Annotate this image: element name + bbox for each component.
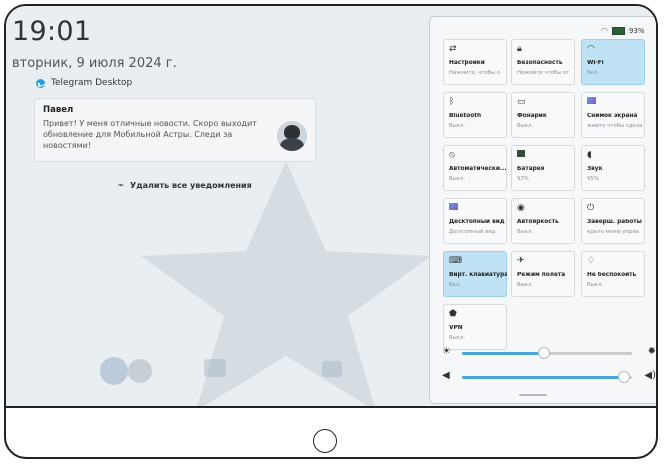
tile-title: Режим полёта bbox=[517, 272, 566, 278]
settings-sliders-icon: ⇄ bbox=[449, 44, 457, 54]
tile-title: Вирт. клавиатура bbox=[449, 272, 507, 278]
power-icon: ⏻ bbox=[587, 203, 595, 213]
tile-vpn-shield[interactable]: ⬟ VPN Выкл. bbox=[443, 304, 507, 350]
tile-title: Не беспокоить bbox=[587, 272, 637, 278]
battery-status-icon bbox=[611, 26, 625, 35]
tile-title: Десктопный вид bbox=[449, 219, 505, 225]
brightness-slider[interactable]: ☀ ✹ bbox=[442, 346, 656, 359]
battery-percent: 93% bbox=[628, 26, 645, 35]
tile-title: Звук bbox=[587, 166, 603, 172]
volume-fill bbox=[462, 376, 624, 379]
tile-title: Снимок экрана bbox=[587, 113, 638, 119]
tile-title: VPN bbox=[449, 325, 463, 331]
clear-all-label: Удалить все уведомления bbox=[130, 181, 252, 190]
auto-brightness-icon: ◉ bbox=[517, 203, 525, 213]
wifi-icon: ◠ bbox=[587, 44, 595, 54]
tile-title: Wi-Fi bbox=[587, 60, 604, 66]
volume-low-icon: ◀ bbox=[442, 370, 450, 381]
tile-title: Заверш. работы bbox=[587, 219, 642, 225]
lock-clock: 19:01 bbox=[12, 16, 92, 47]
tile-status: Выкл. bbox=[449, 335, 466, 341]
tile-status: Выкл. bbox=[587, 282, 604, 288]
screenshot-icon bbox=[587, 97, 596, 107]
status-bar: ◠ 93% bbox=[601, 26, 645, 35]
tile-status: 95% bbox=[587, 176, 599, 182]
tile-bluetooth[interactable]: ᛒ Bluetooth Выкл. bbox=[443, 92, 507, 138]
volume-knob[interactable] bbox=[618, 371, 630, 383]
avatar bbox=[277, 121, 307, 151]
clear-all-notifications-button[interactable]: ⌁ Удалить все уведомления bbox=[118, 180, 252, 191]
tile-title: Настройки bbox=[449, 60, 485, 66]
bell-icon: ♢ bbox=[587, 256, 596, 266]
tile-status: Нажмите чтобы от bbox=[517, 70, 570, 76]
brightness-fill bbox=[462, 352, 544, 355]
tile-status: Вкл. bbox=[449, 282, 461, 288]
desktop-view-icon bbox=[449, 203, 458, 213]
tile-screenshot[interactable]: Снимок экрана жмите чтобы сдела bbox=[581, 92, 645, 138]
tile-bell[interactable]: ♢ Не беспокоить Выкл. bbox=[581, 251, 645, 297]
battery-icon bbox=[517, 150, 525, 160]
brightness-high-icon: ✹ bbox=[647, 346, 656, 357]
lock-date: вторник, 9 июля 2024 г. bbox=[12, 56, 177, 71]
tile-desktop-view[interactable]: Десктопный вид Десктопный вид bbox=[443, 198, 507, 244]
tile-status: Выкл. bbox=[517, 229, 534, 235]
wallpaper-icons bbox=[100, 357, 342, 385]
home-button[interactable] bbox=[313, 429, 337, 453]
volume-slider[interactable]: ◀ ◀) bbox=[442, 370, 656, 383]
broom-icon: ⌁ bbox=[118, 180, 125, 191]
volume-icon: ◖ bbox=[587, 150, 592, 160]
tile-title: Батарея bbox=[517, 166, 545, 172]
tile-title: Автоматически... bbox=[449, 166, 507, 172]
tile-status: 93% bbox=[517, 176, 529, 182]
tile-title: Автояркость bbox=[517, 219, 559, 225]
tile-status: Десктопный вид bbox=[449, 229, 496, 235]
brightness-knob[interactable] bbox=[538, 347, 550, 359]
telegram-icon bbox=[36, 78, 45, 88]
notification-card[interactable]: Павел Привет! У меня отличные новости. С… bbox=[34, 98, 316, 162]
panel-drag-handle[interactable] bbox=[519, 394, 547, 396]
tile-status: крыть меню управ bbox=[587, 229, 639, 235]
tile-lock[interactable]: 🔒︎ Безопасность Нажмите чтобы от bbox=[511, 39, 575, 85]
tile-status: Вкл. bbox=[587, 70, 599, 76]
brightness-track bbox=[544, 352, 632, 355]
tile-status: Выкл. bbox=[449, 176, 466, 182]
tile-keyboard[interactable]: ⌨ Вирт. клавиатура Вкл. bbox=[443, 251, 507, 297]
brightness-low-icon: ☀ bbox=[442, 346, 451, 357]
notification-body: Привет! У меня отличные новости. Скоро в… bbox=[43, 119, 257, 150]
tile-title: Bluetooth bbox=[449, 113, 482, 119]
auto-rotate-icon: ⦸ bbox=[449, 150, 455, 160]
tile-status: Выкл. bbox=[517, 282, 534, 288]
bluetooth-icon: ᛒ bbox=[449, 97, 455, 107]
tile-title: Безопасность bbox=[517, 60, 563, 66]
tile-wifi[interactable]: ◠ Wi-Fi Вкл. bbox=[581, 39, 645, 85]
tile-airplane[interactable]: ✈ Режим полёта Выкл. bbox=[511, 251, 575, 297]
wifi-status-icon: ◠ bbox=[601, 26, 608, 35]
tile-auto-rotate[interactable]: ⦸ Автоматически... Выкл. bbox=[443, 145, 507, 191]
tile-power[interactable]: ⏻ Заверш. работы крыть меню управ bbox=[581, 198, 645, 244]
bezel-divider bbox=[6, 406, 656, 408]
tile-status: жмите чтобы сдела bbox=[587, 123, 643, 129]
flashlight-icon: ▭ bbox=[517, 97, 526, 107]
notification-title: Павел bbox=[43, 105, 74, 115]
vpn-shield-icon: ⬟ bbox=[449, 309, 457, 319]
airplane-icon: ✈ bbox=[517, 256, 525, 266]
tile-settings-sliders[interactable]: ⇄ Настройки Нажмите, чтобы о bbox=[443, 39, 507, 85]
lock-screen: 19:01 вторник, 9 июля 2024 г. Telegram D… bbox=[6, 6, 656, 406]
tile-title: Фонарик bbox=[517, 113, 547, 119]
tile-volume[interactable]: ◖ Звук 95% bbox=[581, 145, 645, 191]
lock-icon: 🔒︎ bbox=[517, 44, 522, 54]
notification-app-name: Telegram Desktop bbox=[51, 78, 133, 88]
notification-app-header: Telegram Desktop bbox=[36, 78, 132, 88]
tile-status: Нажмите, чтобы о bbox=[449, 70, 500, 76]
volume-high-icon: ◀) bbox=[644, 370, 656, 381]
tablet-frame: 19:01 вторник, 9 июля 2024 г. Telegram D… bbox=[4, 4, 658, 459]
tile-battery[interactable]: Батарея 93% bbox=[511, 145, 575, 191]
tile-auto-brightness[interactable]: ◉ Автояркость Выкл. bbox=[511, 198, 575, 244]
keyboard-icon: ⌨ bbox=[449, 256, 462, 266]
tile-status: Выкл. bbox=[517, 123, 534, 129]
tile-flashlight[interactable]: ▭ Фонарик Выкл. bbox=[511, 92, 575, 138]
tile-status: Выкл. bbox=[449, 123, 466, 129]
